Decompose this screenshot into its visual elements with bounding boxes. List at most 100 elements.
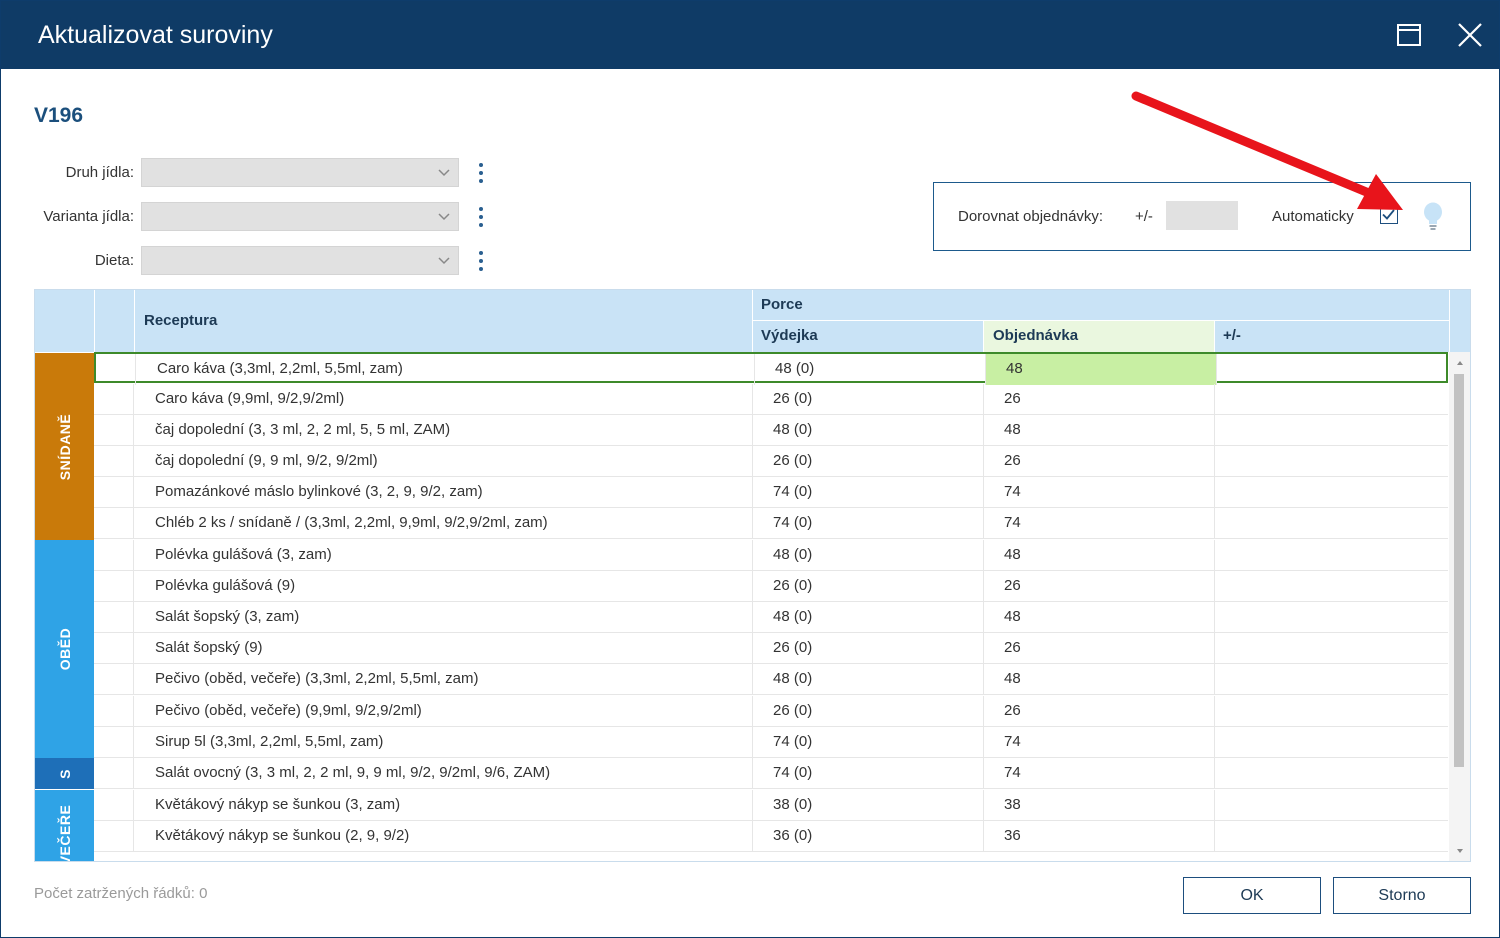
- plusminus-cell[interactable]: [1214, 508, 1448, 539]
- objednavka-cell[interactable]: 26: [983, 384, 1215, 415]
- table-row[interactable]: Salát šopský (9) 26 (0) 26: [94, 633, 1448, 664]
- row-select-cell[interactable]: [94, 727, 134, 758]
- objednavka-cell[interactable]: 74: [983, 477, 1215, 508]
- objednavka-value: 26: [1004, 702, 1021, 719]
- dialog-window: Aktualizovat suroviny V196 Druh jídla: V…: [0, 0, 1500, 938]
- red-arrow-annotation: [1131, 91, 1403, 210]
- diet-select[interactable]: [141, 246, 459, 275]
- plusminus-cell[interactable]: [1214, 446, 1448, 477]
- meal-variant-label: Varianta jídla:: [43, 208, 134, 225]
- vydejka-cell: 26 (0): [752, 384, 984, 415]
- plusminus-cell[interactable]: [1214, 664, 1448, 695]
- meal-type-more-icon[interactable]: [471, 160, 491, 186]
- vydejka-cell: 74 (0): [752, 727, 984, 758]
- table-row[interactable]: Salát ovocný (3, 3 ml, 2, 2 ml, 9, 9 ml,…: [94, 758, 1448, 789]
- column-header-objednavka[interactable]: Objednávka: [993, 327, 1078, 344]
- objednavka-cell[interactable]: 48: [983, 540, 1215, 571]
- table-row[interactable]: Sirup 5l (3,3ml, 2,2ml, 5,5ml, zam) 74 (…: [94, 727, 1448, 758]
- table-row[interactable]: čaj dopolední (9, 9 ml, 9/2, 9/2ml) 26 (…: [94, 446, 1448, 477]
- objednavka-cell[interactable]: 26: [983, 446, 1215, 477]
- ok-button[interactable]: OK: [1183, 877, 1321, 914]
- table-row[interactable]: Květákový nákyp se šunkou (3, zam) 38 (0…: [94, 790, 1448, 821]
- table-row[interactable]: čaj dopolední (3, 3 ml, 2, 2 ml, 5, 5 ml…: [94, 415, 1448, 446]
- plusminus-cell[interactable]: [1214, 727, 1448, 758]
- plusminus-cell[interactable]: [1214, 477, 1448, 508]
- row-select-cell[interactable]: [94, 602, 134, 633]
- table-row[interactable]: Pomazánkové máslo bylinkové (3, 2, 9, 9/…: [94, 477, 1448, 508]
- scroll-thumb[interactable]: [1454, 374, 1464, 767]
- row-select-cell[interactable]: [94, 664, 134, 695]
- row-select-cell[interactable]: [94, 384, 134, 415]
- row-select-cell[interactable]: [94, 446, 134, 477]
- objednavka-cell[interactable]: 48: [983, 664, 1215, 695]
- meal-variant-select[interactable]: [141, 202, 459, 231]
- table-row[interactable]: Květákový nákyp se šunkou (2, 9, 9/2) 36…: [94, 821, 1448, 852]
- row-select-cell[interactable]: [94, 821, 134, 852]
- table-row[interactable]: Chléb 2 ks / snídaně / (3,3ml, 2,2ml, 9,…: [94, 508, 1448, 539]
- objednavka-value: 26: [1004, 577, 1021, 594]
- meal-type-select[interactable]: [141, 158, 459, 187]
- row-select-cell[interactable]: [94, 696, 134, 727]
- table-row[interactable]: Salát šopský (3, zam) 48 (0) 48: [94, 602, 1448, 633]
- plusminus-cell[interactable]: [1214, 758, 1448, 789]
- row-select-cell[interactable]: [94, 508, 134, 539]
- adjust-orders-label: Dorovnat objednávky:: [958, 208, 1104, 225]
- table-row[interactable]: Pečivo (oběd, večeře) (3,3ml, 2,2ml, 5,5…: [94, 664, 1448, 695]
- table-row[interactable]: Pečivo (oběd, večeře) (9,9ml, 9/2,9/2ml)…: [94, 696, 1448, 727]
- table-row[interactable]: Caro káva (3,3ml, 2,2ml, 5,5ml, zam) 48 …: [94, 352, 1450, 385]
- objednavka-cell[interactable]: 74: [983, 758, 1215, 789]
- plusminus-cell[interactable]: [1214, 790, 1448, 821]
- title-bar: Aktualizovat suroviny: [1, 1, 1499, 69]
- vydejka-cell: 26 (0): [752, 571, 984, 602]
- row-select-cell[interactable]: [94, 540, 134, 571]
- row-select-cell[interactable]: [94, 415, 134, 446]
- objednavka-cell[interactable]: 74: [983, 727, 1215, 758]
- column-header-plusminus[interactable]: +/-: [1223, 327, 1241, 344]
- meal-variant-more-icon[interactable]: [471, 204, 491, 230]
- objednavka-cell[interactable]: 26: [983, 696, 1215, 727]
- table-row[interactable]: Caro káva (9,9ml, 9/2,9/2ml) 26 (0) 26: [94, 384, 1448, 415]
- chevron-down-icon: [438, 257, 450, 265]
- lightbulb-icon[interactable]: [1420, 201, 1446, 231]
- recipe-cell: čaj dopolední (3, 3 ml, 2, 2 ml, 5, 5 ml…: [155, 421, 451, 438]
- objednavka-value: 48: [1004, 421, 1021, 438]
- scroll-down-icon[interactable]: [1455, 846, 1465, 856]
- objednavka-cell[interactable]: 48: [983, 415, 1215, 446]
- maximize-icon[interactable]: [1395, 21, 1423, 49]
- column-header-vydejka[interactable]: Výdejka: [761, 327, 818, 344]
- cancel-button[interactable]: Storno: [1333, 877, 1471, 914]
- row-select-cell[interactable]: [94, 571, 134, 602]
- plusminus-cell[interactable]: [1214, 633, 1448, 664]
- objednavka-cell[interactable]: 74: [983, 508, 1215, 539]
- objednavka-cell[interactable]: 38: [983, 790, 1215, 821]
- plusminus-cell[interactable]: [1214, 540, 1448, 571]
- plusminus-cell[interactable]: [1214, 415, 1448, 446]
- row-select-cell[interactable]: [94, 790, 134, 821]
- table-row[interactable]: Polévka gulášová (3, zam) 48 (0) 48: [94, 540, 1448, 571]
- column-header-porce: Porce: [761, 296, 803, 313]
- plusminus-cell[interactable]: [1214, 821, 1448, 852]
- row-select-cell[interactable]: [94, 633, 134, 664]
- objednavka-cell[interactable]: 26: [983, 571, 1215, 602]
- table-row[interactable]: Polévka gulášová (9) 26 (0) 26: [94, 571, 1448, 602]
- plusminus-cell[interactable]: [1214, 696, 1448, 727]
- objednavka-cell[interactable]: 48: [985, 354, 1217, 385]
- row-select-cell[interactable]: [96, 354, 136, 385]
- plusminus-cell[interactable]: [1214, 571, 1448, 602]
- objednavka-cell[interactable]: 26: [983, 633, 1215, 664]
- diet-more-icon[interactable]: [471, 248, 491, 274]
- column-header-receptura[interactable]: Receptura: [144, 312, 217, 329]
- close-icon[interactable]: [1454, 19, 1486, 51]
- vydejka-value: 48 (0): [775, 360, 815, 377]
- plusminus-cell[interactable]: [1214, 384, 1448, 415]
- objednavka-cell[interactable]: 36: [983, 821, 1215, 852]
- row-select-cell[interactable]: [94, 477, 134, 508]
- vydejka-cell: 48 (0): [752, 664, 984, 695]
- row-select-cell[interactable]: [94, 758, 134, 789]
- plusminus-cell[interactable]: [1216, 354, 1450, 385]
- vydejka-cell: 36 (0): [752, 821, 984, 852]
- recipe-cell: Salát šopský (9): [155, 639, 263, 656]
- objednavka-cell[interactable]: 48: [983, 602, 1215, 633]
- plusminus-cell[interactable]: [1214, 602, 1448, 633]
- scroll-up-icon[interactable]: [1455, 358, 1465, 368]
